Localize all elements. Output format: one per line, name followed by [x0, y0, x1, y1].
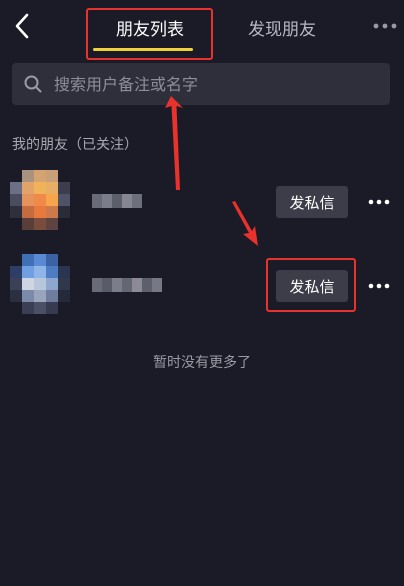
send-message-button[interactable]: 发私信 — [276, 186, 348, 218]
header: 朋友列表 发现朋友 — [0, 0, 404, 60]
tab-discover-friends[interactable]: 发现朋友 — [232, 10, 332, 44]
search-icon — [22, 73, 44, 95]
friend-name-blurred — [92, 194, 142, 208]
more-horizontal-icon — [368, 283, 390, 289]
tab-label: 发现朋友 — [248, 19, 316, 40]
friends-screen: 朋友列表 发现朋友 我的朋友（已关注） — [0, 0, 404, 586]
avatar[interactable] — [10, 254, 70, 314]
search-bar[interactable] — [12, 63, 390, 105]
chevron-left-icon — [15, 13, 29, 39]
back-button[interactable] — [8, 10, 36, 42]
more-horizontal-icon — [373, 23, 397, 29]
friend-name-blurred — [92, 278, 162, 292]
annotation-box-button — [266, 258, 356, 312]
friend-more-button[interactable] — [366, 192, 392, 212]
search-input[interactable] — [52, 73, 390, 95]
more-horizontal-icon — [368, 199, 390, 205]
empty-hint: 暂时没有更多了 — [153, 355, 251, 371]
friend-more-button[interactable] — [366, 276, 392, 296]
more-options-button[interactable] — [370, 16, 400, 36]
section-title: 我的朋友（已关注） — [12, 137, 138, 153]
avatar[interactable] — [10, 170, 70, 230]
annotation-box-tab — [86, 8, 213, 60]
friend-row[interactable]: 发私信 — [0, 170, 404, 234]
